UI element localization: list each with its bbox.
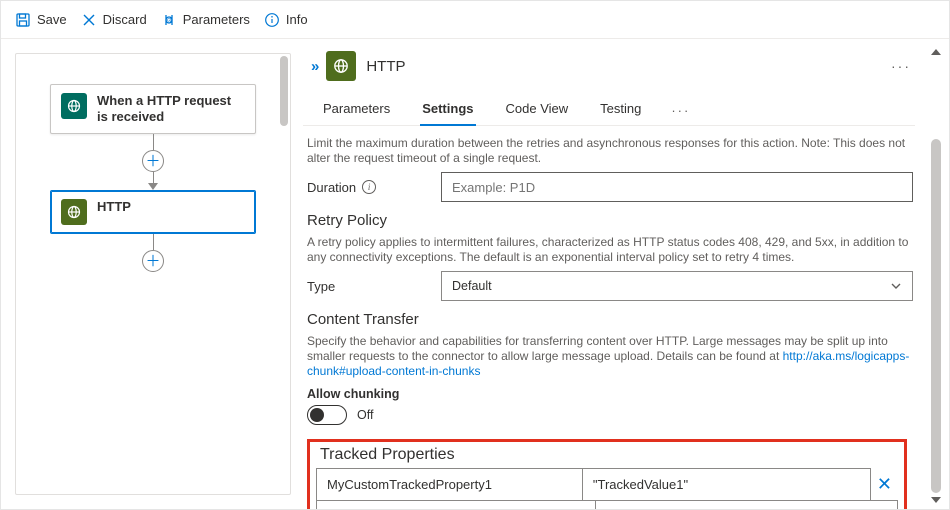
allow-chunking-label: Allow chunking <box>307 387 913 401</box>
tracked-properties-new-row: Key Value <box>316 500 898 509</box>
scroll-thumb[interactable] <box>280 56 288 126</box>
node-http-action[interactable]: HTTP <box>50 190 256 234</box>
retry-policy-title: Retry Policy <box>307 212 913 229</box>
collapse-panel-button[interactable]: » <box>311 58 316 75</box>
info-label: Info <box>286 12 308 27</box>
tracked-property-key-input[interactable]: MyCustomTrackedProperty1 <box>327 477 492 492</box>
duration-label: Duration i <box>307 180 427 195</box>
request-trigger-icon <box>61 93 87 119</box>
node-trigger[interactable]: When a HTTP request is received <box>50 84 256 134</box>
info-button[interactable]: Info <box>264 12 308 28</box>
connector-arrow-icon <box>148 183 158 190</box>
tracked-property-value-input[interactable]: "TrackedValue1" <box>593 477 688 492</box>
remove-tracked-property-button[interactable]: ✕ <box>871 474 898 495</box>
parameters-icon: @ <box>161 12 177 28</box>
workflow-canvas-column: When a HTTP request is received ＋ HTTP <box>1 39 293 509</box>
retry-type-value: Default <box>452 279 492 293</box>
tabs-overflow-button[interactable]: ··· <box>671 103 690 118</box>
retry-type-label: Type <box>307 279 427 294</box>
tab-settings[interactable]: Settings <box>420 95 475 126</box>
svg-text:@: @ <box>165 17 172 24</box>
duration-label-text: Duration <box>307 180 356 195</box>
tracked-property-row: Key Value <box>317 501 898 510</box>
tab-testing[interactable]: Testing <box>598 95 643 125</box>
tracked-properties-title: Tracked Properties <box>320 446 898 464</box>
canvas-scrollbar[interactable] <box>280 56 288 492</box>
node-trigger-title: When a HTTP request is received <box>97 93 245 125</box>
tab-parameters[interactable]: Parameters <box>321 95 392 125</box>
toggle-knob <box>310 408 324 422</box>
info-icon[interactable]: i <box>362 180 376 194</box>
allow-chunking-toggle[interactable] <box>307 405 347 425</box>
connector-1: ＋ <box>142 134 164 190</box>
http-action-icon <box>326 51 356 81</box>
connector-line <box>153 234 154 250</box>
parameters-button[interactable]: @ Parameters <box>161 12 250 28</box>
tracked-properties-table: MyCustomTrackedProperty1 "TrackedValue1" <box>316 468 871 501</box>
add-step-button[interactable]: ＋ <box>142 250 164 272</box>
panel-tabs: Parameters Settings Code View Testing ··… <box>303 91 915 126</box>
panel-title: HTTP <box>366 58 405 75</box>
content-transfer-help: Specify the behavior and capabilities fo… <box>307 334 913 379</box>
save-button[interactable]: Save <box>15 12 67 28</box>
node-http-title: HTTP <box>97 199 131 215</box>
save-label: Save <box>37 12 67 27</box>
discard-label: Discard <box>103 12 147 27</box>
tab-code-view[interactable]: Code View <box>504 95 571 125</box>
scroll-up-icon[interactable] <box>931 49 941 55</box>
tracked-property-row: MyCustomTrackedProperty1 "TrackedValue1" <box>317 469 871 501</box>
add-step-button[interactable]: ＋ <box>142 150 164 172</box>
action-timeout-help: Limit the maximum duration between the r… <box>307 136 913 166</box>
tracked-properties-section: Tracked Properties MyCustomTrackedProper… <box>307 439 907 509</box>
retry-type-select[interactable]: Default <box>441 271 913 301</box>
workflow-canvas[interactable]: When a HTTP request is received ＋ HTTP <box>15 53 291 495</box>
info-icon <box>264 12 280 28</box>
details-scrollbar[interactable] <box>931 49 941 503</box>
scroll-thumb[interactable] <box>931 139 941 493</box>
action-details-panel: » HTTP ··· Parameters Settings Code View… <box>293 39 949 509</box>
retry-policy-help: A retry policy applies to intermittent f… <box>307 235 913 265</box>
discard-icon <box>81 12 97 28</box>
duration-input[interactable] <box>441 172 913 202</box>
http-action-icon <box>61 199 87 225</box>
chevron-down-icon <box>890 280 902 292</box>
command-bar: Save Discard @ Parameters Info <box>1 1 949 39</box>
save-icon <box>15 12 31 28</box>
connector-2: ＋ <box>142 234 164 272</box>
parameters-label: Parameters <box>183 12 250 27</box>
allow-chunking-state: Off <box>357 408 373 422</box>
discard-button[interactable]: Discard <box>81 12 147 28</box>
content-transfer-title: Content Transfer <box>307 311 913 328</box>
connector-line <box>153 134 154 150</box>
panel-more-button[interactable]: ··· <box>891 58 915 74</box>
scroll-down-icon[interactable] <box>931 497 941 503</box>
